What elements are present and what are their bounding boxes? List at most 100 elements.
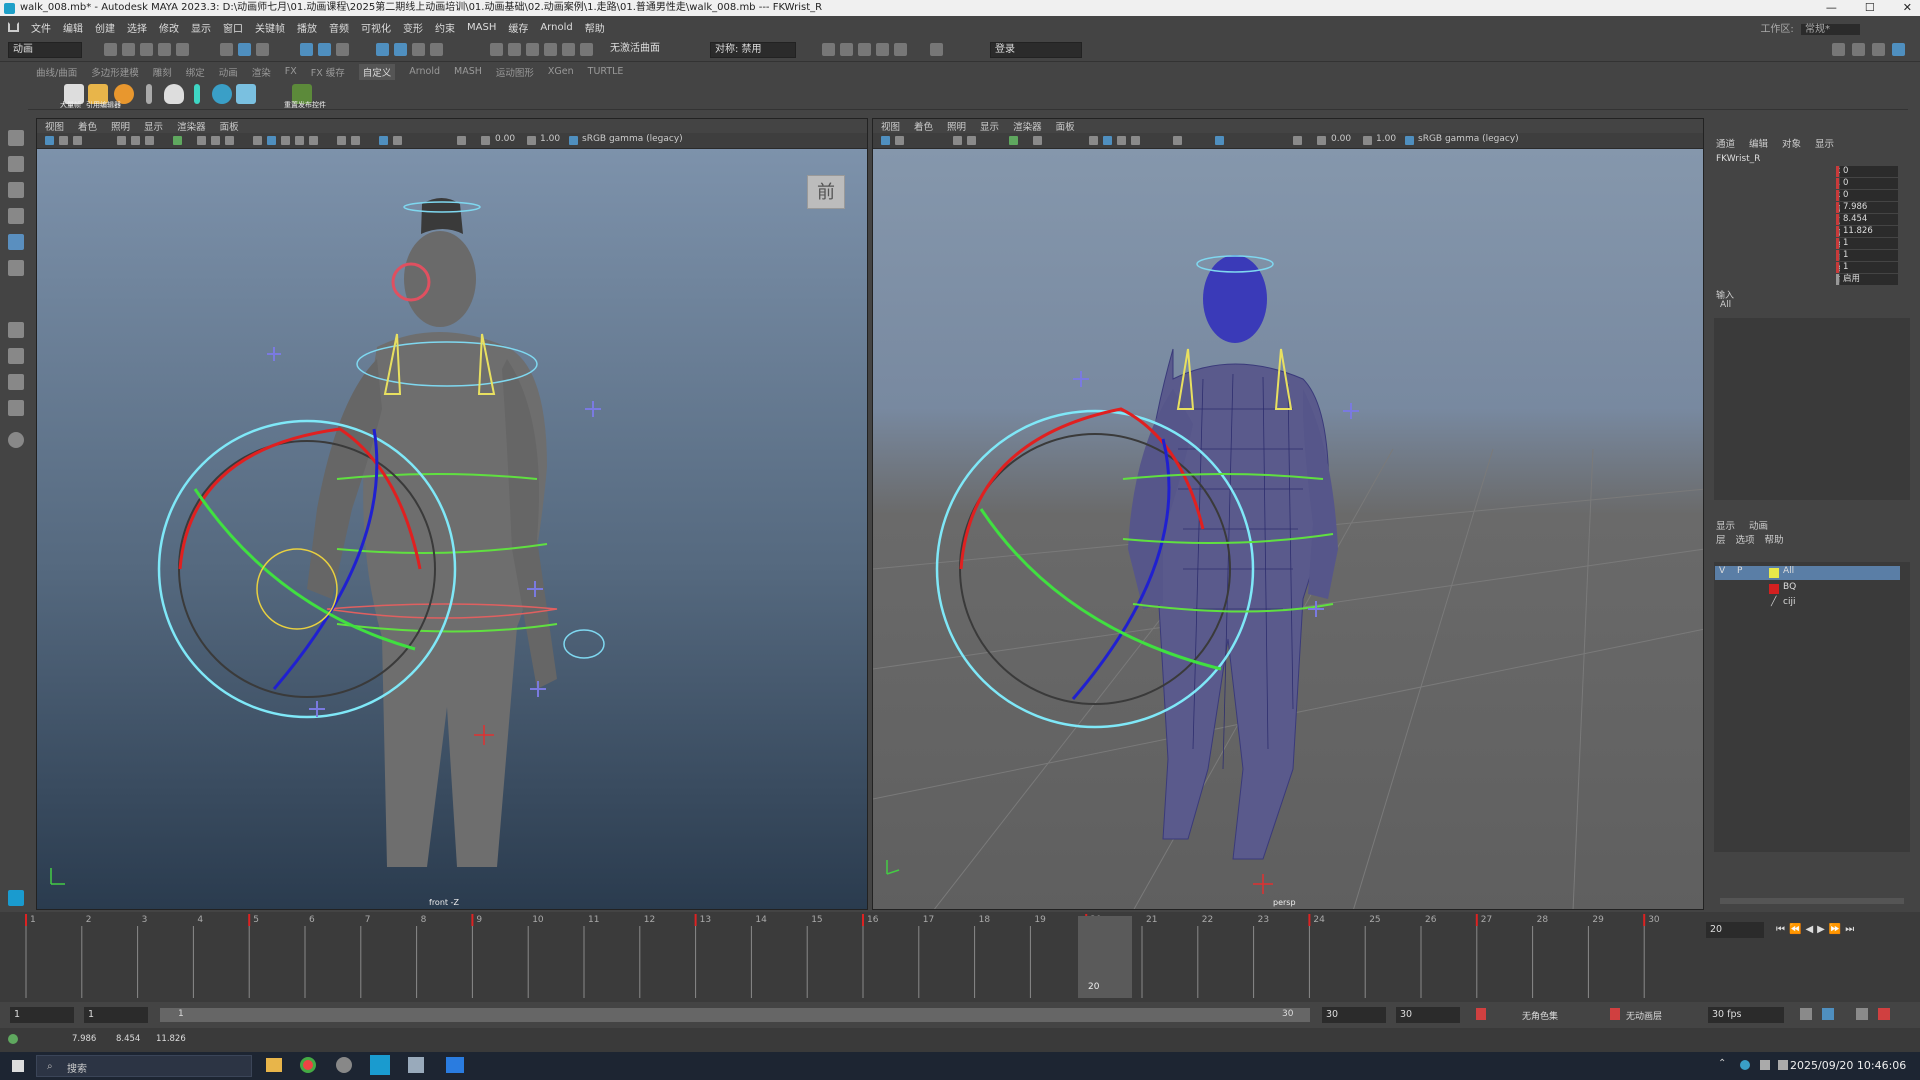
layer-name[interactable]: BQ: [1783, 582, 1796, 592]
camera-attr-icon[interactable]: [895, 136, 904, 145]
home-icon[interactable]: [8, 22, 19, 32]
wireframe-icon[interactable]: [1089, 136, 1098, 145]
channel-rotate-y[interactable]: 旋转 Y8.454: [1778, 214, 1908, 226]
shelf-tab-curves[interactable]: 曲线/曲面: [36, 65, 77, 79]
keyframe-marker[interactable]: [694, 914, 697, 926]
render-settings-icon[interactable]: [876, 43, 889, 56]
keyframe-marker[interactable]: [1643, 914, 1646, 926]
circle-tool-icon[interactable]: [212, 84, 232, 104]
vp-menu-view[interactable]: 视图: [45, 119, 64, 133]
textured-icon[interactable]: [281, 136, 290, 145]
skull-icon[interactable]: [164, 84, 184, 104]
two-view-icon[interactable]: [8, 374, 24, 390]
channel-value[interactable]: 1: [1840, 238, 1898, 249]
playback-controls[interactable]: ⏮⏪◀▶⏩⏭: [1776, 924, 1858, 935]
timeline-ticks[interactable]: 1234567891011121314151617181920212223242…: [14, 912, 1714, 1002]
menu-cache[interactable]: 缓存: [508, 20, 528, 35]
menu-windows[interactable]: 窗口: [223, 20, 243, 35]
history-icon[interactable]: [490, 43, 503, 56]
select-component-icon[interactable]: [256, 43, 269, 56]
menu-deform[interactable]: 变形: [403, 20, 423, 35]
viewport-front[interactable]: 视图 着色 照明 显示 渲染器 面板 0.00 1.00 sRGB gamma …: [36, 118, 868, 910]
range-slider-bar[interactable]: [160, 1008, 1310, 1022]
layer-menu-layers[interactable]: 层: [1716, 532, 1726, 546]
textured-icon[interactable]: [1117, 136, 1126, 145]
channel-value[interactable]: 启用: [1840, 274, 1898, 285]
shelf-tab-poly[interactable]: 多边形建模: [91, 65, 139, 79]
viewport-persp[interactable]: 视图 着色 照明 显示 渲染器 面板 0.00 1.00 sRGB gamma …: [872, 118, 1704, 910]
shelf-tab-motion-graphics[interactable]: 运动图形: [496, 65, 534, 79]
save-scene-icon[interactable]: [140, 43, 153, 56]
exposure-icon[interactable]: [1317, 136, 1326, 145]
channel-box-icon[interactable]: [1892, 43, 1905, 56]
maya-taskbar-icon[interactable]: [370, 1055, 390, 1075]
open-scene-icon[interactable]: [122, 43, 135, 56]
vp-menu-show[interactable]: 显示: [980, 119, 999, 133]
viewport-canvas[interactable]: 前 front -Z: [37, 149, 867, 909]
select-object-icon[interactable]: [238, 43, 251, 56]
tab-anim-layers[interactable]: 动画: [1749, 518, 1768, 532]
channel-value[interactable]: 8.454: [1840, 214, 1898, 225]
shelf-tab-arnold[interactable]: Arnold: [409, 66, 440, 77]
character-controls-icon[interactable]: [1852, 43, 1865, 56]
tab-show[interactable]: 显示: [1815, 136, 1834, 150]
cube-tool-icon[interactable]: [236, 84, 256, 104]
menu-constrain[interactable]: 约束: [435, 20, 455, 35]
channel-value[interactable]: 0: [1840, 190, 1898, 201]
playback-end-field[interactable]: 30: [1322, 1007, 1386, 1023]
close-button[interactable]: ✕: [1903, 0, 1912, 16]
menu-audio[interactable]: 音频: [329, 20, 349, 35]
windows-start-icon[interactable]: [12, 1060, 24, 1072]
colorspace-label[interactable]: sRGB gamma (legacy): [582, 134, 683, 144]
vp-menu-shading[interactable]: 着色: [78, 119, 97, 133]
bookmark-icon[interactable]: [73, 136, 82, 145]
keyframe-marker[interactable]: [25, 914, 27, 926]
vp-menu-lighting[interactable]: 照明: [947, 119, 966, 133]
menu-create[interactable]: 创建: [95, 20, 115, 35]
remote-app-icon[interactable]: [446, 1057, 464, 1073]
shelf-tab-rendering[interactable]: 渲染: [252, 65, 271, 79]
xray-joints-icon[interactable]: [393, 136, 402, 145]
channel-rotate-x[interactable]: 旋转 X7.986: [1778, 202, 1908, 214]
maximize-button[interactable]: ☐: [1865, 0, 1875, 16]
exposure-value[interactable]: 0.00: [1331, 134, 1351, 144]
shelf-tab-fx[interactable]: FX: [285, 66, 297, 77]
channel-translate-y[interactable]: 平移 Y0: [1778, 178, 1908, 190]
channel-value[interactable]: 0: [1840, 178, 1898, 189]
exposure-icon[interactable]: [481, 136, 490, 145]
vp-menu-lighting[interactable]: 照明: [111, 119, 130, 133]
channel-scale-y[interactable]: 缩放 Y1: [1778, 250, 1908, 262]
layer-row[interactable]: V P All: [1715, 566, 1900, 580]
shelf-tab-sculpt[interactable]: 雕刻: [153, 65, 172, 79]
camera-select-icon[interactable]: [45, 136, 54, 145]
undo-icon[interactable]: [158, 43, 171, 56]
chrome-icon[interactable]: [300, 1057, 316, 1073]
cache-icon[interactable]: [1822, 1008, 1834, 1020]
tray-app-icon[interactable]: [1740, 1060, 1750, 1070]
2d-pan-icon[interactable]: [967, 136, 976, 145]
menu-select[interactable]: 选择: [127, 20, 147, 35]
channel-value[interactable]: 1: [1840, 262, 1898, 273]
shadows-icon[interactable]: [309, 136, 318, 145]
ao-icon[interactable]: [337, 136, 346, 145]
channel-value[interactable]: 11.826: [1840, 226, 1898, 237]
gate-mask-icon[interactable]: [225, 136, 234, 145]
playback-start-field[interactable]: 1: [84, 1007, 148, 1023]
clock-datetime[interactable]: 2025/09/20 10:46:06: [1790, 1059, 1906, 1072]
color-management-icon[interactable]: [569, 136, 578, 145]
ao-icon[interactable]: [1173, 136, 1182, 145]
exposure-value[interactable]: 0.00: [495, 134, 515, 144]
channel-value[interactable]: 1: [1840, 250, 1898, 261]
object-name[interactable]: FKWrist_R: [1716, 154, 1760, 164]
tab-display-layers[interactable]: 显示: [1716, 518, 1735, 532]
menu-arnold[interactable]: Arnold: [540, 22, 572, 33]
four-view-icon[interactable]: [8, 348, 24, 364]
new-scene-icon[interactable]: [104, 43, 117, 56]
snap-point-icon[interactable]: [336, 43, 349, 56]
colorspace-label[interactable]: sRGB gamma (legacy): [1418, 134, 1519, 144]
layer-menu-help[interactable]: 帮助: [1765, 532, 1784, 546]
current-frame-indicator[interactable]: [1078, 916, 1132, 998]
vp-menu-renderer[interactable]: 渲染器: [177, 119, 206, 133]
select-tool-icon[interactable]: [8, 130, 24, 146]
keyframe-marker[interactable]: [1475, 914, 1478, 926]
